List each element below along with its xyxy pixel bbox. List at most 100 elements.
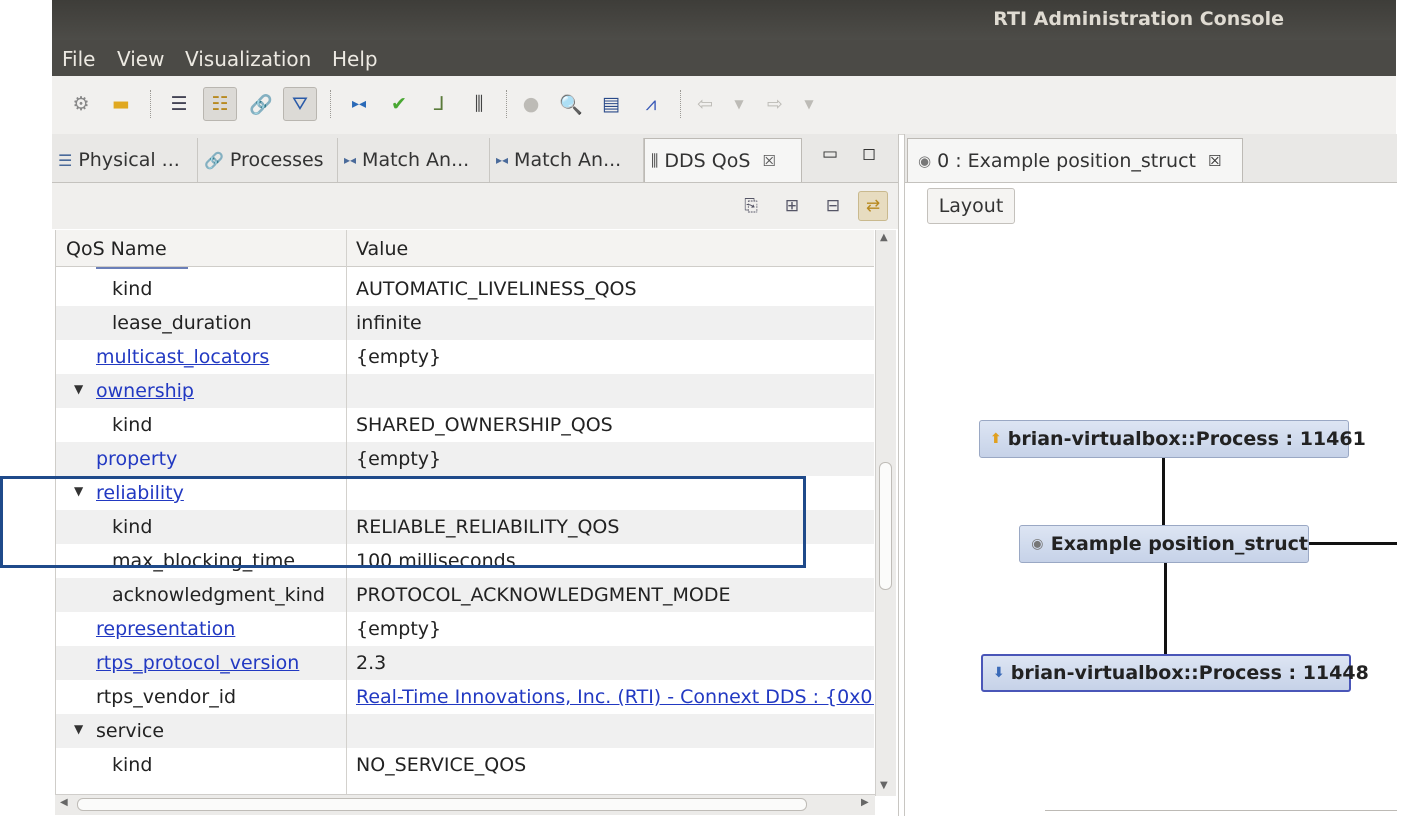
tab-example-position-struct[interactable]: ◉ 0 : Example position_struct ☒ <box>907 138 1243 182</box>
forward-dropdown-icon[interactable]: ▼ <box>792 87 826 121</box>
tab-match-analysis-1[interactable]: ▸◂ Match An... <box>338 138 490 182</box>
filter-icon[interactable]: ⛛ <box>283 87 317 121</box>
scroll-down-icon[interactable]: ▼ <box>880 780 888 791</box>
topology-icon[interactable]: ⅃ <box>422 87 456 121</box>
qos-name: kind <box>112 278 153 300</box>
physical-view-icon: ☰ <box>58 150 73 170</box>
table-row[interactable]: kind NO_SERVICE_QOS <box>56 748 874 782</box>
settings-icon[interactable]: ⚙ <box>64 87 98 121</box>
minimize-icon[interactable]: ▭ <box>822 144 838 164</box>
table-row[interactable]: acknowledgment_kind PROTOCOL_ACKNOWLEDGM… <box>56 578 874 612</box>
menu-view[interactable]: View <box>117 47 164 71</box>
expand-triangle-icon[interactable]: ▼ <box>74 722 83 736</box>
table-row[interactable]: ▼ service <box>56 714 874 748</box>
qos-value: PROTOCOL_ACKNOWLEDGMENT_MODE <box>356 584 731 606</box>
main-toolbar: ⚙ ▬ ☰ ☷ 🔗 ⛛ ▸◂ ✔ ⅃ ⫼ ● 🔍 ▤ ⩘ ⇦ ▼ ⇨ ▼ <box>52 76 1396 135</box>
topic-icon: ◉ <box>918 151 932 170</box>
expand-all-icon[interactable]: ⊞ <box>777 191 807 221</box>
menu-file[interactable]: File <box>62 47 95 71</box>
vertical-scrollbar[interactable]: ▲ ▼ <box>875 230 896 796</box>
view-toolbar: ⎘ ⊞ ⊟ ⇄ <box>52 183 898 229</box>
qos-value: {empty} <box>356 448 442 470</box>
qos-value: NO_SERVICE_QOS <box>356 754 527 776</box>
toolbar-separator <box>150 90 151 118</box>
maximize-icon[interactable]: ◻ <box>862 144 876 164</box>
back-dropdown-icon[interactable]: ▼ <box>722 87 756 121</box>
table-row[interactable]: kind AUTOMATIC_LIVELINESS_QOS <box>56 272 874 306</box>
scroll-left-icon[interactable]: ◀ <box>60 797 68 808</box>
match-icon[interactable]: ▸◂ <box>342 87 376 121</box>
qos-value-link[interactable]: Real-Time Innovations, Inc. (RTI) - Conn… <box>356 686 874 708</box>
tab-dds-qos[interactable]: ⫼ DDS QoS ☒ <box>644 138 802 182</box>
qos-icon: ⫼ <box>651 150 659 170</box>
right-tab-bar: ◉ 0 : Example position_struct ☒ <box>905 134 1397 183</box>
list-icon[interactable]: ▤ <box>594 87 628 121</box>
horizontal-scroll-thumb[interactable] <box>77 798 807 811</box>
tab-physical[interactable]: ☰ Physical ... <box>52 138 198 182</box>
process-icon: ⬆ <box>990 431 1002 447</box>
process-node[interactable]: ⬆ brian-virtualbox::Process : 11461 <box>979 420 1366 458</box>
graph-edge <box>1164 562 1167 656</box>
qos-view-pane: ☰ Physical ... 🔗 Processes ▸◂ Match An..… <box>52 134 899 816</box>
qos-name-link[interactable]: ownership <box>96 380 194 402</box>
table-row[interactable]: rtps_vendor_id Real-Time Innovations, In… <box>56 680 874 714</box>
menu-visualization[interactable]: Visualization <box>185 47 311 71</box>
process-node-selected[interactable]: ⬇ brian-virtualbox::Process : 11448 <box>981 654 1369 692</box>
qos-name-link[interactable]: representation <box>96 618 235 640</box>
processes-icon: 🔗 <box>204 150 224 170</box>
column-header-qos-name[interactable]: QoS Name <box>66 238 167 260</box>
qos-name: service <box>96 720 165 742</box>
folder-icon[interactable]: ▬ <box>104 87 138 121</box>
table-row[interactable]: ▼ ownership <box>56 374 874 408</box>
qos-icon[interactable]: ⫼ <box>462 87 496 121</box>
tab-label: Match An... <box>514 149 622 171</box>
layout-button[interactable]: Layout <box>927 188 1015 224</box>
title-bar: RTI Administration Console <box>52 0 1396 40</box>
tree-view-alt-icon[interactable]: ☷ <box>203 87 237 121</box>
horizontal-scrollbar[interactable]: ◀ ▶ <box>55 794 875 815</box>
tab-label: DDS QoS <box>664 149 751 172</box>
tab-match-analysis-2[interactable]: ▸◂ Match An... <box>490 138 644 182</box>
link-icon[interactable]: 🔗 <box>244 87 278 121</box>
match-analysis-icon: ▸◂ <box>344 153 357 167</box>
link-with-selection-icon[interactable]: ⇄ <box>858 191 888 221</box>
node-label: brian-virtualbox::Process : 11448 <box>1010 662 1369 684</box>
tab-label: Processes <box>229 149 324 171</box>
scroll-right-icon[interactable]: ▶ <box>861 797 869 808</box>
menu-help[interactable]: Help <box>332 47 378 71</box>
qos-value: SHARED_OWNERSHIP_QOS <box>356 414 613 436</box>
topic-node[interactable]: ◉ Example position_struct <box>1019 525 1309 563</box>
chart-icon[interactable]: ⩘ <box>634 87 668 121</box>
vertical-scroll-thumb[interactable] <box>879 462 892 590</box>
tab-processes[interactable]: 🔗 Processes <box>198 138 338 182</box>
back-icon[interactable]: ⇦ <box>688 87 722 121</box>
table-row[interactable]: property {empty} <box>56 442 874 476</box>
scroll-up-icon[interactable]: ▲ <box>880 232 888 243</box>
table-row[interactable]: lease_duration infinite <box>56 306 874 340</box>
graph-edge <box>1309 542 1397 545</box>
record-icon[interactable]: ● <box>514 87 548 121</box>
qos-value: infinite <box>356 312 422 334</box>
node-label: brian-virtualbox::Process : 11461 <box>1007 428 1366 450</box>
tree-view-icon[interactable]: ☰ <box>162 87 196 121</box>
table-row[interactable]: rtps_protocol_version 2.3 <box>56 646 874 680</box>
expand-triangle-icon[interactable]: ▼ <box>74 382 83 396</box>
column-header-value[interactable]: Value <box>356 238 408 260</box>
node-label: Example position_struct <box>1050 533 1308 555</box>
collapse-all-icon[interactable]: ⊟ <box>818 191 848 221</box>
qos-name-link[interactable]: rtps_protocol_version <box>96 652 299 674</box>
table-row[interactable]: multicast_locators {empty} <box>56 340 874 374</box>
forward-icon[interactable]: ⇨ <box>758 87 792 121</box>
window-title: RTI Administration Console <box>993 8 1284 30</box>
copy-icon[interactable]: ⎘ <box>736 191 766 221</box>
table-row[interactable]: kind SHARED_OWNERSHIP_QOS <box>56 408 874 442</box>
graph-edge <box>1162 458 1165 526</box>
search-icon[interactable]: 🔍 <box>554 87 588 121</box>
table-row[interactable]: representation {empty} <box>56 612 874 646</box>
qos-name-link[interactable]: property <box>96 448 177 470</box>
qos-name-link[interactable]: multicast_locators <box>96 346 269 368</box>
topic-graph-pane: ◉ 0 : Example position_struct ☒ Layout ⬆… <box>904 134 1397 816</box>
close-icon[interactable]: ☒ <box>762 152 775 170</box>
close-icon[interactable]: ☒ <box>1208 152 1221 170</box>
check-icon[interactable]: ✔ <box>382 87 416 121</box>
